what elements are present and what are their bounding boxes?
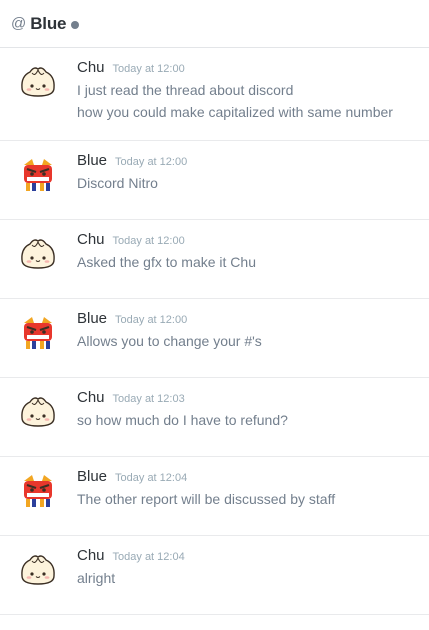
message-timestamp: Today at 12:03	[112, 393, 185, 405]
avatar[interactable]	[18, 62, 58, 102]
at-icon: @	[11, 15, 27, 32]
message-timestamp: Today at 12:04	[115, 472, 188, 484]
message-text: The other report will be discussed by st…	[77, 491, 336, 507]
message-timestamp: Today at 12:00	[112, 63, 185, 75]
message-author[interactable]: Blue	[77, 310, 107, 327]
message-text: alright	[77, 570, 116, 586]
message-text: Discord Nitro	[77, 175, 158, 191]
dm-recipient-name[interactable]: Blue	[30, 14, 66, 34]
avatar[interactable]	[18, 471, 58, 511]
message-item: Chu Today at 12:03 so how much do I have…	[0, 378, 429, 457]
message-list: Chu Today at 12:00 I just read the threa…	[0, 48, 429, 615]
message-author[interactable]: Blue	[77, 468, 107, 485]
message-author[interactable]: Chu	[77, 389, 105, 406]
message-author[interactable]: Chu	[77, 231, 105, 248]
message-item: Chu Today at 12:00 I just read the threa…	[0, 48, 429, 141]
avatar[interactable]	[18, 155, 58, 195]
message-author[interactable]: Chu	[77, 547, 105, 564]
red-bird-avatar-icon	[24, 159, 52, 191]
message-author[interactable]: Chu	[77, 59, 105, 76]
status-offline-icon	[71, 20, 80, 29]
message-text: Asked the gfx to make it Chu	[77, 254, 256, 270]
message-item: Chu Today at 12:04 alright	[0, 536, 429, 615]
message-timestamp: Today at 12:00	[115, 314, 188, 326]
avatar[interactable]	[18, 313, 58, 353]
message-timestamp: Today at 12:00	[115, 156, 188, 168]
message-item: Blue Today at 12:00 Discord Nitro	[0, 141, 429, 220]
avatar[interactable]	[18, 550, 58, 590]
message-text: Allows you to change your #'s	[77, 333, 262, 349]
message-item: Blue Today at 12:00 Allows you to change…	[0, 299, 429, 378]
message-text: I just read the thread about discord	[77, 82, 294, 98]
message-item: Chu Today at 12:00 Asked the gfx to make…	[0, 220, 429, 299]
message-text: so how much do I have to refund?	[77, 412, 288, 428]
dumpling-avatar-icon	[21, 67, 55, 97]
red-bird-avatar-icon	[24, 475, 52, 507]
avatar[interactable]	[18, 392, 58, 432]
message-author[interactable]: Blue	[77, 152, 107, 169]
message-timestamp: Today at 12:04	[112, 551, 185, 563]
dumpling-avatar-icon	[21, 397, 55, 427]
avatar[interactable]	[18, 234, 58, 274]
dumpling-avatar-icon	[21, 239, 55, 269]
message-timestamp: Today at 12:00	[112, 235, 185, 247]
red-bird-avatar-icon	[24, 317, 52, 349]
message-item: Blue Today at 12:04 The other report wil…	[0, 457, 429, 536]
dumpling-avatar-icon	[21, 555, 55, 585]
channel-header: @ Blue	[0, 0, 429, 48]
message-text: how you could make capitalized with same…	[77, 104, 393, 120]
